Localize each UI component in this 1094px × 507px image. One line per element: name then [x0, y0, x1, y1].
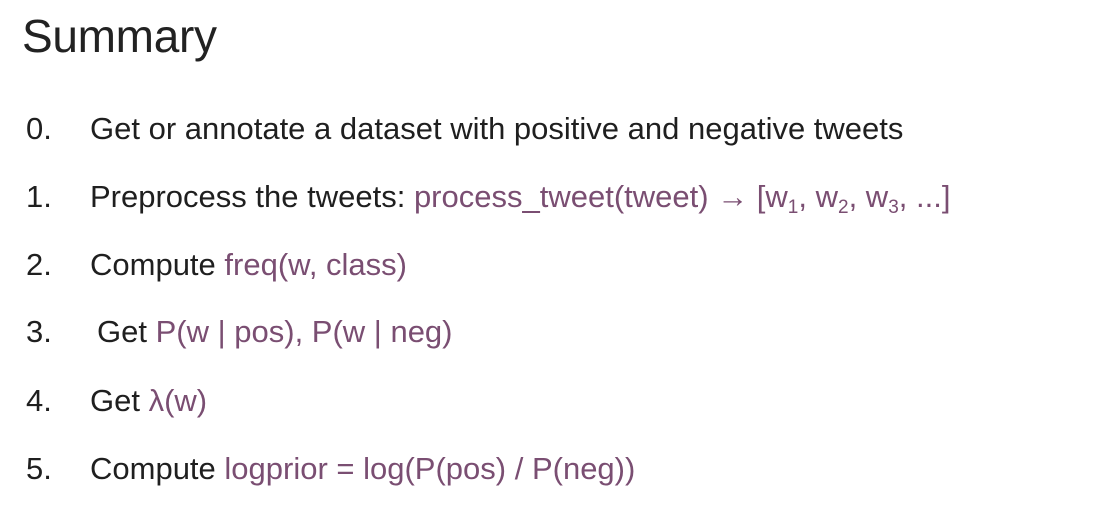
- step-code: freq(w, class): [224, 247, 408, 282]
- step-body: Compute logprior = log(P(pos) / P(neg)): [90, 444, 635, 494]
- step-text: Get: [97, 314, 156, 349]
- step-number: 2.: [26, 247, 52, 282]
- step-text: Get or annotate a dataset with positive …: [90, 111, 904, 146]
- step-number: 3.: [26, 314, 52, 349]
- subscript-2: 2: [838, 197, 849, 218]
- step-number: 5.: [26, 451, 52, 486]
- summary-slide: Summary 0. Get or annotate a dataset with…: [0, 0, 1094, 507]
- step-number: 1.: [26, 179, 52, 214]
- step-text: Get: [90, 383, 149, 418]
- list-item: 1. Preprocess the tweets: process_tweet(t…: [26, 172, 950, 222]
- list-item: 0. Get or annotate a dataset with positiv…: [26, 104, 903, 154]
- step-body: Get P(w | pos), P(w | neg): [97, 307, 453, 357]
- token-sep-1: , w: [798, 179, 838, 214]
- slide-title: Summary: [22, 10, 217, 62]
- step-body: Compute freq(w, class): [90, 240, 407, 290]
- step-code: process_tweet(tweet) → [w1, w2, w3, ...]: [413, 179, 951, 217]
- subscript-1: 1: [787, 197, 799, 218]
- code-call: process_tweet(tweet): [413, 179, 718, 214]
- step-text: Compute: [90, 247, 225, 282]
- step-number: 4.: [26, 383, 52, 418]
- step-body: Preprocess the tweets: process_tweet(twe…: [90, 172, 950, 222]
- step-text: Compute: [90, 451, 225, 486]
- step-text: Preprocess the tweets:: [90, 179, 414, 214]
- token-sep-2: , w: [848, 179, 889, 214]
- token-list-open: [w: [748, 179, 788, 214]
- list-item: 5. Compute logprior = log(P(pos) / P(neg)…: [26, 444, 635, 494]
- list-item: 4. Get λ(w): [26, 376, 207, 426]
- arrow-icon: →: [717, 179, 749, 214]
- step-number: 0.: [26, 111, 52, 146]
- step-body: Get λ(w): [90, 376, 207, 426]
- step-code: P(w | pos), P(w | neg): [155, 314, 453, 349]
- lambda-symbol: λ: [148, 383, 165, 418]
- token-list-close: , ...]: [898, 179, 951, 214]
- subscript-3: 3: [888, 197, 899, 218]
- step-code: (w): [164, 383, 208, 418]
- list-item: 2. Compute freq(w, class): [26, 240, 407, 290]
- list-item: 3. Get P(w | pos), P(w | neg): [26, 307, 453, 357]
- step-code: logprior = log(P(pos) / P(neg)): [224, 451, 636, 486]
